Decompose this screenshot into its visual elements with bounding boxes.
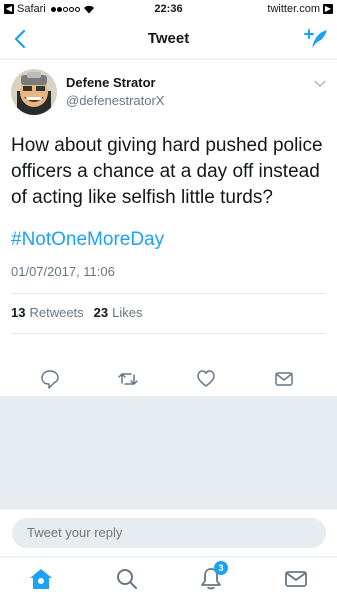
home-icon[interactable] [29, 567, 53, 591]
author-handle[interactable]: @defenestratorX [66, 93, 164, 108]
divider [11, 293, 326, 294]
reply-input[interactable] [12, 518, 326, 548]
empty-replies-area [0, 396, 337, 508]
avatar[interactable] [11, 69, 57, 115]
status-url: twitter.com [267, 3, 320, 15]
tab-bar: 3 [0, 556, 337, 600]
reply-icon[interactable] [40, 369, 60, 389]
tweet-text: How about giving hard pushed police offi… [11, 135, 323, 208]
status-right: twitter.com ▶ [267, 3, 333, 15]
hashtag-link[interactable]: #NotOneMoreDay [11, 229, 164, 251]
tweet-actions [0, 369, 337, 391]
status-bar: ◀ Safari 22:36 twitter.com ▶ [0, 0, 337, 18]
like-icon[interactable] [196, 369, 216, 389]
retweet-icon[interactable] [118, 369, 138, 389]
forward-icon[interactable]: ▶ [323, 4, 333, 14]
likes-label[interactable]: Likes [112, 305, 142, 320]
retweets-label[interactable]: Retweets [29, 305, 83, 320]
message-icon[interactable] [274, 369, 294, 389]
tweet-stats: 13 Retweets 23 Likes [11, 305, 143, 320]
messages-icon[interactable] [284, 567, 308, 591]
search-icon[interactable] [115, 567, 139, 591]
retweets-count[interactable]: 13 [11, 305, 25, 320]
compose-icon[interactable] [303, 26, 329, 52]
tweet-timestamp: 01/07/2017, 11:06 [11, 264, 115, 279]
likes-count[interactable]: 23 [94, 305, 108, 320]
divider [11, 333, 326, 334]
notifications-badge: 3 [214, 561, 228, 575]
nav-bar: Tweet [0, 18, 337, 60]
chevron-down-icon[interactable] [313, 78, 327, 88]
author-name[interactable]: Defene Strator [66, 75, 156, 90]
page-title: Tweet [147, 30, 190, 47]
reply-bar [0, 508, 337, 556]
